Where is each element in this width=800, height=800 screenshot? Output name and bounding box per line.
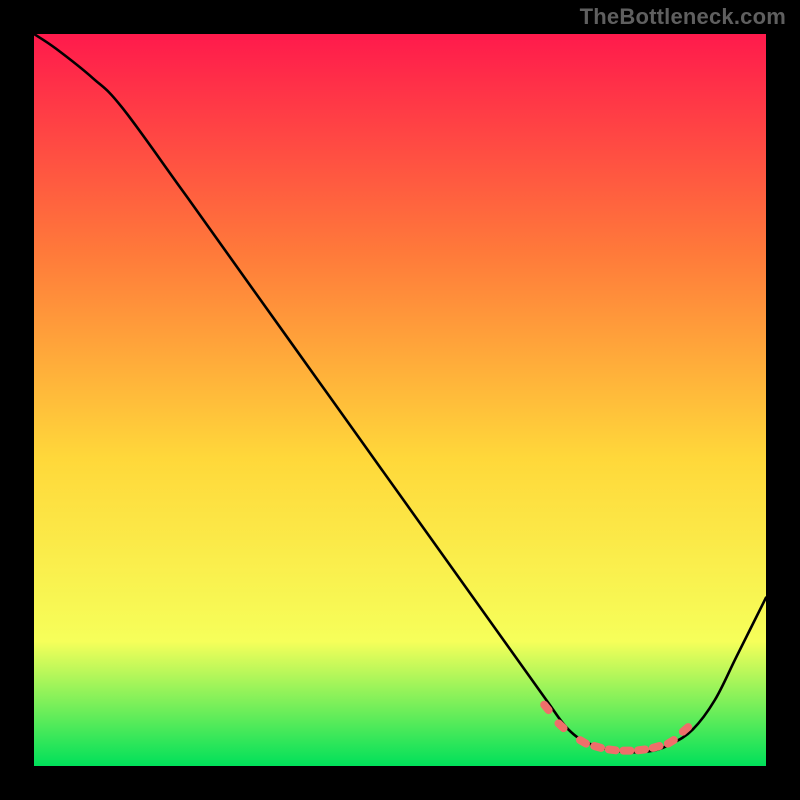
chart-svg — [34, 34, 766, 766]
optimal-marker — [619, 747, 634, 755]
plot-area — [34, 34, 766, 766]
attribution-label: TheBottleneck.com — [580, 4, 786, 30]
chart-frame: TheBottleneck.com — [0, 0, 800, 800]
gradient-background — [34, 34, 766, 766]
